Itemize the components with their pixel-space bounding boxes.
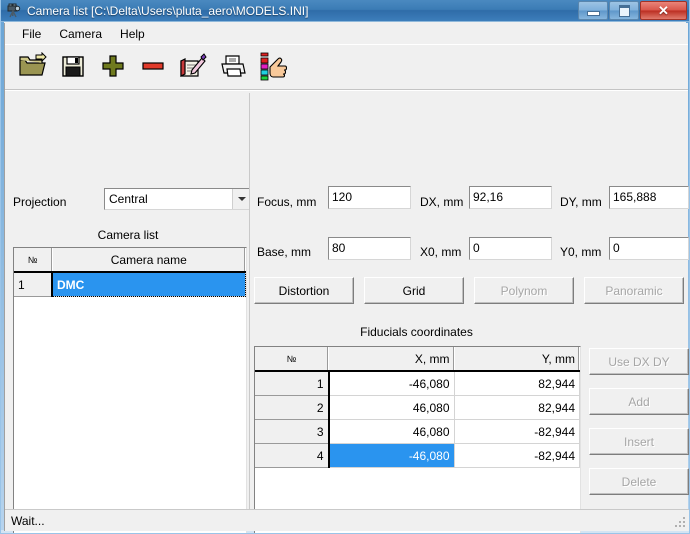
toolbar-add[interactable]	[93, 47, 133, 87]
fiducial-y[interactable]: -82,944	[454, 419, 580, 444]
open-folder-icon	[18, 51, 48, 83]
minimize-button[interactable]	[578, 1, 608, 20]
fiducial-x[interactable]: 46,080	[328, 419, 455, 444]
close-button[interactable]: ✕	[640, 1, 687, 20]
edit-notebook-icon	[178, 52, 208, 83]
table-row[interactable]: 4 -46,080 -82,944	[255, 443, 580, 468]
toolbar-remove[interactable]	[133, 47, 173, 87]
camera-row-name[interactable]: DMC	[52, 272, 246, 297]
distortion-button[interactable]: Distortion	[254, 277, 354, 304]
camera-list-grid[interactable]: № Camera name 1 DMC	[13, 247, 247, 533]
plus-icon	[100, 53, 126, 82]
status-text: Wait...	[11, 513, 45, 528]
add-button[interactable]: Add	[589, 388, 689, 415]
caption-buttons: ✕	[578, 1, 687, 20]
printer-icon	[219, 53, 247, 82]
client-area: File Camera Help Projection Central Focu…	[4, 23, 689, 533]
camera-list-header-row: № Camera name	[14, 248, 246, 273]
x0-input[interactable]: 0	[469, 237, 552, 260]
dy-label: DY, mm	[560, 195, 602, 209]
fiducial-x[interactable]: -46,080	[328, 371, 455, 396]
menu-bar: File Camera Help	[5, 23, 688, 44]
projection-value: Central	[109, 192, 148, 206]
toolbar-save[interactable]	[53, 47, 93, 87]
focus-input[interactable]: 120	[328, 186, 411, 209]
fiducial-index: 1	[255, 371, 330, 396]
y0-label: Y0, mm	[560, 245, 602, 259]
fiducials-header-row: № X, mm Y, mm	[255, 347, 580, 372]
toolbar-print[interactable]	[213, 47, 253, 87]
toolbar-open[interactable]	[13, 47, 53, 87]
title-bar[interactable]: Camera list [C:\Delta\Users\pluta_aero\M…	[1, 0, 689, 22]
table-row[interactable]: 1 -46,080 82,944	[255, 371, 580, 396]
chevron-down-icon[interactable]	[232, 189, 250, 209]
x0-label: X0, mm	[420, 245, 462, 259]
menu-file[interactable]: File	[13, 25, 50, 43]
fiducial-index: 4	[255, 443, 330, 468]
resize-grip-icon[interactable]	[673, 515, 687, 529]
fiducial-index: 2	[255, 395, 330, 420]
base-label: Base, mm	[257, 245, 312, 259]
hand-select-icon	[258, 51, 288, 84]
fiducials-title: Fiducials coordinates	[360, 325, 473, 339]
y0-input[interactable]: 0	[609, 237, 689, 260]
delete-button[interactable]: Delete	[589, 468, 689, 495]
camera-list-col-index[interactable]: №	[14, 248, 53, 273]
dx-label: DX, mm	[420, 195, 464, 209]
menu-camera[interactable]: Camera	[50, 25, 111, 43]
fiducial-x[interactable]: 46,080	[328, 395, 455, 420]
camera-list-title: Camera list	[97, 228, 159, 242]
fiducials-grid[interactable]: № X, mm Y, mm 1 -46,080 82,944 2 46,080 …	[254, 346, 581, 533]
polynom-button[interactable]: Polynom	[474, 277, 574, 304]
grid-button[interactable]: Grid	[364, 277, 464, 304]
close-icon: ✕	[658, 3, 669, 18]
fiducials-col-y[interactable]: Y, mm	[454, 347, 580, 372]
projection-label: Projection	[13, 195, 67, 209]
toolbar-edit[interactable]	[173, 47, 213, 87]
status-bar: Wait...	[5, 509, 689, 531]
focus-label: Focus, mm	[257, 195, 317, 209]
table-row[interactable]: 3 46,080 -82,944	[255, 419, 580, 444]
camera-row-index: 1	[14, 272, 53, 297]
minimize-icon	[586, 10, 600, 16]
window-title: Camera list [C:\Delta\Users\pluta_aero\M…	[27, 3, 309, 18]
maximize-icon	[618, 4, 630, 17]
fiducial-y[interactable]: 82,944	[454, 395, 580, 420]
fiducial-y[interactable]: -82,944	[454, 443, 580, 468]
dy-input[interactable]: 165,888	[609, 186, 689, 209]
base-input[interactable]: 80	[328, 237, 411, 260]
maximize-button[interactable]	[609, 1, 639, 20]
panoramic-button[interactable]: Panoramic	[584, 277, 684, 304]
projection-combobox[interactable]: Central	[104, 188, 251, 210]
toolbar	[5, 44, 688, 90]
dx-input[interactable]: 92,16	[469, 186, 552, 209]
camera-icon	[6, 3, 22, 19]
camera-list-window: Camera list [C:\Delta\Users\pluta_aero\M…	[0, 0, 690, 534]
insert-button[interactable]: Insert	[589, 428, 689, 455]
menu-help[interactable]: Help	[111, 25, 154, 43]
fiducials-col-x[interactable]: X, mm	[328, 347, 455, 372]
main-body: Projection Central Focus, mm 120 DX, mm …	[5, 93, 689, 533]
fiducial-x-selected[interactable]: -46,080	[328, 443, 455, 468]
fiducial-y[interactable]: 82,944	[454, 371, 580, 396]
table-row[interactable]: 1 DMC	[14, 272, 246, 297]
toolbar-select[interactable]	[253, 47, 293, 87]
use-dxdy-button[interactable]: Use DX DY	[589, 348, 689, 375]
fiducials-col-index[interactable]: №	[255, 347, 330, 372]
fiducial-index: 3	[255, 419, 330, 444]
table-row[interactable]: 2 46,080 82,944	[255, 395, 580, 420]
camera-list-col-name[interactable]: Camera name	[52, 248, 246, 273]
minus-icon	[140, 53, 166, 82]
save-floppy-icon	[60, 53, 86, 82]
